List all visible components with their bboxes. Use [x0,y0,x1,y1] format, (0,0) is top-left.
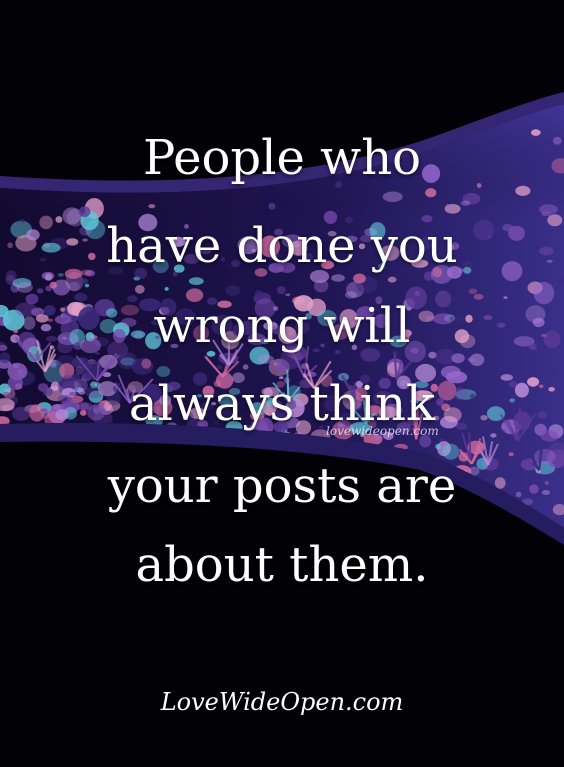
coral-blob [164,287,169,291]
coral-blob [268,202,276,210]
coral-blob [51,363,57,366]
coral-blob [435,443,441,450]
quote-line-3: wrong will [153,298,411,354]
coral-blob [425,188,437,198]
coral-blob [446,204,451,208]
quote-line-4: always think [128,376,436,432]
coral-blob [16,281,33,293]
coral-blob [80,278,89,284]
watermark-text: lovewideopen.com [326,424,439,438]
coral-blob [49,281,57,289]
coral-blob [467,357,475,363]
coral-blob [98,206,104,210]
coral-blob [36,288,44,294]
brand-footer: LoveWideOpen.com [160,688,404,716]
quote-line-5: your posts are [107,458,457,514]
coral-blob [387,276,397,283]
coral-blob [468,288,478,295]
coral-blob [68,281,80,292]
coral-blob [188,277,204,285]
coral-blob [134,284,145,294]
quote-poster: People who have done you wrong will alwa… [0,0,564,767]
quote-line-2: have done you [106,218,458,274]
quote-line-1: People who [142,130,422,186]
coral-blob [382,191,403,203]
quote-line-6: about them. [135,537,429,593]
coral-blob [141,358,152,369]
coral-blob [225,285,241,296]
coral-blob [148,204,156,209]
coral-blob [84,283,90,288]
coral-blob [242,364,249,370]
coral-blob [438,438,445,442]
coral-blob [277,286,286,295]
coral-blob [460,200,471,206]
